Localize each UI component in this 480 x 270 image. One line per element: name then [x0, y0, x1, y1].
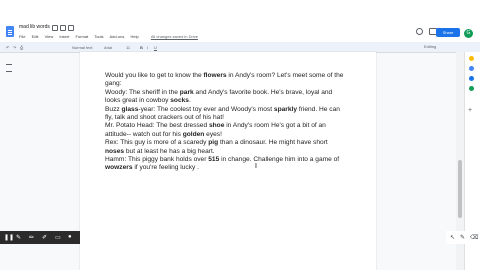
madlib-word[interactable]: pig [208, 139, 218, 146]
star-icon[interactable] [52, 25, 58, 31]
document-paragraph[interactable]: Buzz glass-year: The coolest toy ever an… [105, 106, 345, 123]
keep-icon[interactable] [469, 56, 474, 61]
tasks-icon[interactable] [469, 66, 474, 71]
history-icon[interactable] [416, 28, 423, 35]
menu-bar: File Edit View Insert Format Tools Add-o… [19, 34, 203, 42]
menu-view[interactable]: View [45, 34, 54, 39]
document-paragraph[interactable]: Rex: This guy is more of a scaredy pig t… [105, 139, 345, 156]
madlib-word[interactable]: sparkly [274, 106, 297, 113]
madlib-word[interactable]: noses [105, 148, 124, 155]
madlib-word[interactable]: shoe [209, 122, 224, 129]
madlib-word[interactable]: flowers [203, 72, 226, 79]
document-paragraph[interactable]: Would you like to get to know the flower… [105, 72, 345, 89]
document-paragraph[interactable]: Hamm: This piggy bank holds over 515 in … [105, 156, 345, 173]
move-folder-icon[interactable] [60, 25, 66, 31]
madlib-word[interactable]: wowzers [105, 164, 132, 171]
font-select[interactable]: Arial [104, 45, 112, 50]
editing-mode-select[interactable]: Editing [424, 44, 436, 49]
brush-icon[interactable]: ✎ [460, 234, 465, 241]
undo-icon[interactable]: ↶ [6, 45, 9, 50]
menu-help[interactable]: Help [130, 34, 138, 39]
cloud-status-icon [68, 25, 74, 31]
highlighter-icon[interactable]: ✐ [42, 234, 47, 241]
menu-edit[interactable]: Edit [32, 34, 39, 39]
pause-icon[interactable]: ❚❚ [4, 234, 14, 241]
madlib-word[interactable]: glass [122, 106, 139, 113]
bold-icon[interactable]: B [140, 45, 143, 50]
menu-tools[interactable]: Tools [94, 34, 103, 39]
menu-insert[interactable]: Insert [59, 34, 69, 39]
italic-icon[interactable]: I [147, 45, 148, 50]
menu-file[interactable]: File [19, 34, 25, 39]
pointer-icon[interactable]: ↖ [450, 234, 455, 241]
menu-format[interactable]: Format [75, 34, 88, 39]
share-button[interactable]: Share [436, 28, 460, 37]
avatar[interactable]: G [464, 29, 473, 38]
clear-icon[interactable]: ⌫ [470, 234, 478, 241]
document-title[interactable]: mad lib words [19, 24, 50, 30]
marker-icon[interactable]: ✏ [29, 234, 34, 241]
menu-addons[interactable]: Add-ons [109, 34, 124, 39]
redo-icon[interactable]: ↷ [13, 45, 16, 50]
madlib-word[interactable]: golden [183, 131, 205, 138]
docs-logo-icon[interactable] [6, 26, 14, 37]
underline-icon[interactable]: U [154, 45, 157, 50]
pen-icon[interactable]: ✎ [16, 234, 21, 241]
madlib-word[interactable]: socks [170, 97, 189, 104]
print-icon[interactable]: ⎙ [20, 45, 23, 50]
document-paragraph[interactable]: Woody: The sheriff in the park and Andy'… [105, 89, 345, 106]
style-select[interactable]: Normal text [72, 45, 92, 50]
scrollbar-thumb[interactable] [458, 160, 462, 218]
document-body[interactable]: Would you like to get to know the flower… [105, 72, 345, 173]
add-ons-plus-icon[interactable]: + [468, 107, 472, 114]
madlib-word[interactable]: park [180, 89, 194, 96]
camera-icon[interactable]: ● [68, 234, 72, 240]
last-edit-link[interactable]: All changes saved in Drive [151, 34, 198, 39]
calendar-icon[interactable] [469, 76, 474, 81]
font-size-select[interactable]: 11 [126, 45, 130, 50]
text-cursor-icon: I [255, 163, 257, 170]
document-paragraph[interactable]: Mr. Potato Head: The best dressed shoe i… [105, 122, 345, 139]
madlib-word[interactable]: 515 [208, 156, 219, 163]
eraser-icon[interactable]: ▭ [55, 234, 61, 241]
maps-icon[interactable] [469, 86, 474, 91]
document-outline-icon[interactable] [6, 64, 12, 72]
